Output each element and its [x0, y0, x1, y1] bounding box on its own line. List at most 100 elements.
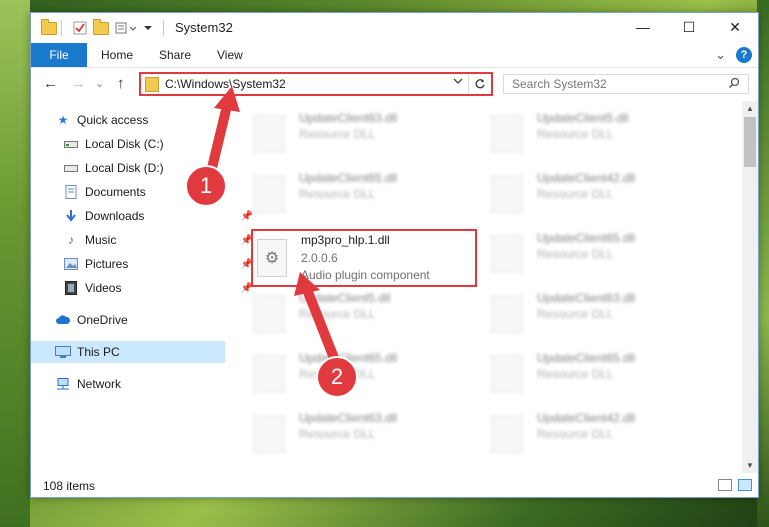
- file-tile[interactable]: UpdateClient42.dll Resource DLL: [465, 167, 693, 221]
- file-type: Resource DLL: [537, 187, 614, 201]
- sidebar-item-label: Downloads: [85, 209, 145, 223]
- tab-view[interactable]: View: [217, 43, 243, 67]
- address-path[interactable]: C:\Windows\System32: [165, 77, 286, 91]
- search-input[interactable]: Search System32: [512, 77, 607, 91]
- file-type: Resource DLL: [537, 247, 614, 261]
- file-name: UpdateClient63.dll: [299, 411, 398, 425]
- title-separator: [163, 20, 164, 36]
- ribbon-collapse-icon[interactable]: ⌄: [715, 47, 726, 63]
- sidebar-item-pictures[interactable]: Pictures 📌: [31, 253, 257, 275]
- sidebar-item-network[interactable]: Network: [31, 373, 249, 395]
- sidebar-item-onedrive[interactable]: OneDrive: [31, 309, 249, 331]
- network-icon: [55, 377, 71, 391]
- cloud-icon: [55, 313, 71, 327]
- properties-icon[interactable]: [73, 19, 87, 37]
- file-type: Resource DLL: [537, 127, 614, 141]
- file-name: UpdateClient65.dll: [299, 171, 398, 185]
- file-type: Resource DLL: [537, 367, 614, 381]
- file-name: UpdateClient5.dll: [537, 111, 629, 125]
- tab-file[interactable]: File: [31, 43, 87, 67]
- new-folder-icon[interactable]: [93, 18, 109, 37]
- details-view-icon[interactable]: [718, 479, 732, 491]
- scroll-up-icon[interactable]: ▲: [746, 104, 754, 113]
- file-tile[interactable]: UpdateClient63.dll Resource DLL: [227, 407, 455, 461]
- desktop-background-left: [0, 0, 30, 527]
- customize-toolbar-icon[interactable]: [115, 19, 139, 37]
- sidebar-item-local-disk-d[interactable]: Local Disk (D:): [31, 157, 257, 179]
- dll-file-icon: [491, 235, 523, 273]
- file-type: Resource DLL: [299, 367, 376, 381]
- file-tile[interactable]: UpdateClient63.dll Resource DLL: [465, 287, 693, 341]
- navigation-pane: ★ Quick access Local Disk (C:) Local Dis…: [31, 109, 253, 473]
- sidebar-item-videos[interactable]: Videos 📌: [31, 277, 257, 299]
- address-bar[interactable]: C:\Windows\System32: [139, 72, 493, 96]
- recent-locations-button[interactable]: ⌄: [95, 77, 104, 90]
- file-tile[interactable]: UpdateClient65.dll Resource DLL: [465, 347, 693, 401]
- up-button[interactable]: ↑: [117, 75, 125, 92]
- sidebar-item-label: Documents: [85, 185, 146, 199]
- file-tile[interactable]: UpdateClient63.dll Resource DLL: [227, 107, 455, 161]
- file-tile[interactable]: UpdateClient5.dll Resource DLL: [227, 287, 455, 341]
- file-name: UpdateClient63.dll: [537, 291, 636, 305]
- file-type: Resource DLL: [299, 127, 376, 141]
- file-type: Resource DLL: [299, 187, 376, 201]
- music-icon: ♪: [68, 233, 74, 247]
- dll-file-icon: [253, 355, 285, 393]
- search-icon[interactable]: [728, 77, 740, 92]
- file-name: UpdateClient42.dll: [537, 411, 636, 425]
- dll-file-icon: [491, 415, 523, 453]
- sidebar-item-label: Local Disk (D:): [85, 161, 164, 175]
- sidebar-item-label: Network: [77, 377, 122, 391]
- sidebar-item-label: Quick access: [77, 113, 149, 127]
- file-tile[interactable]: UpdateClient42.dll Resource DLL: [465, 407, 693, 461]
- dll-file-icon: [253, 295, 285, 333]
- file-name: mp3pro_hlp.1.dll: [301, 233, 390, 247]
- forward-button[interactable]: →: [71, 75, 86, 92]
- highlighted-file-tile[interactable]: ⚙ mp3pro_hlp.1.dll 2.0.0.6 Audio plugin …: [251, 229, 477, 287]
- sidebar-item-downloads[interactable]: Downloads 📌: [31, 205, 257, 227]
- file-type: Resource DLL: [537, 427, 614, 441]
- minimize-button[interactable]: —: [620, 13, 666, 41]
- drive-icon: [63, 137, 79, 151]
- dropdown-arrow-icon[interactable]: [143, 19, 153, 37]
- sidebar-item-this-pc[interactable]: This PC: [31, 341, 225, 363]
- large-icons-view-icon[interactable]: [738, 479, 752, 491]
- item-count: 108 items: [43, 479, 96, 493]
- file-tile[interactable]: UpdateClient5.dll Resource DLL: [465, 107, 693, 161]
- drive-icon: [63, 161, 79, 175]
- sidebar-item-label: Local Disk (C:): [85, 137, 164, 151]
- file-tile[interactable]: UpdateClient65.dll Resource DLL: [227, 167, 455, 221]
- search-box[interactable]: Search System32: [503, 74, 749, 94]
- sidebar-item-quick-access[interactable]: ★ Quick access: [31, 109, 249, 131]
- file-name: UpdateClient65.dll: [537, 351, 636, 365]
- refresh-button[interactable]: [468, 74, 491, 94]
- file-name: UpdateClient63.dll: [299, 111, 398, 125]
- maximize-button[interactable]: ☐: [666, 13, 712, 41]
- file-tile[interactable]: UpdateClient65.dll Resource DLL: [465, 227, 693, 281]
- navigation-bar: ← → ⌄ ↑ C:\Windows\System32 Search Syste…: [31, 68, 758, 100]
- vertical-scrollbar[interactable]: ▲ ▼: [742, 101, 758, 473]
- ribbon-bar: File Home Share View ⌄ ?: [31, 43, 758, 68]
- close-button[interactable]: ✕: [712, 13, 758, 41]
- dll-file-icon: [253, 415, 285, 453]
- tab-home[interactable]: Home: [101, 43, 133, 67]
- sidebar-item-label: Music: [85, 233, 117, 247]
- sidebar-item-documents[interactable]: Documents: [31, 181, 257, 203]
- file-tile[interactable]: UpdateClient65.dll Resource DLL: [227, 347, 455, 401]
- sidebar-item-local-disk-c[interactable]: Local Disk (C:): [31, 133, 257, 155]
- sidebar-item-music[interactable]: ♪ Music 📌: [31, 229, 257, 251]
- dll-file-icon: [491, 355, 523, 393]
- address-dropdown-icon[interactable]: [453, 76, 463, 89]
- documents-icon: [63, 185, 79, 199]
- sidebar-item-label: OneDrive: [77, 313, 128, 327]
- help-icon[interactable]: ?: [736, 47, 752, 63]
- dll-file-icon: [253, 115, 285, 153]
- file-description: Audio plugin component: [301, 268, 430, 282]
- scroll-down-icon[interactable]: ▼: [746, 461, 754, 470]
- file-type: Resource DLL: [537, 307, 614, 321]
- tab-share[interactable]: Share: [159, 43, 191, 67]
- sidebar-item-label: Pictures: [85, 257, 129, 271]
- file-list: UpdateClient63.dll Resource DLL UpdateCl…: [227, 101, 742, 473]
- scrollbar-thumb[interactable]: [744, 117, 756, 167]
- back-button[interactable]: ←: [43, 75, 58, 92]
